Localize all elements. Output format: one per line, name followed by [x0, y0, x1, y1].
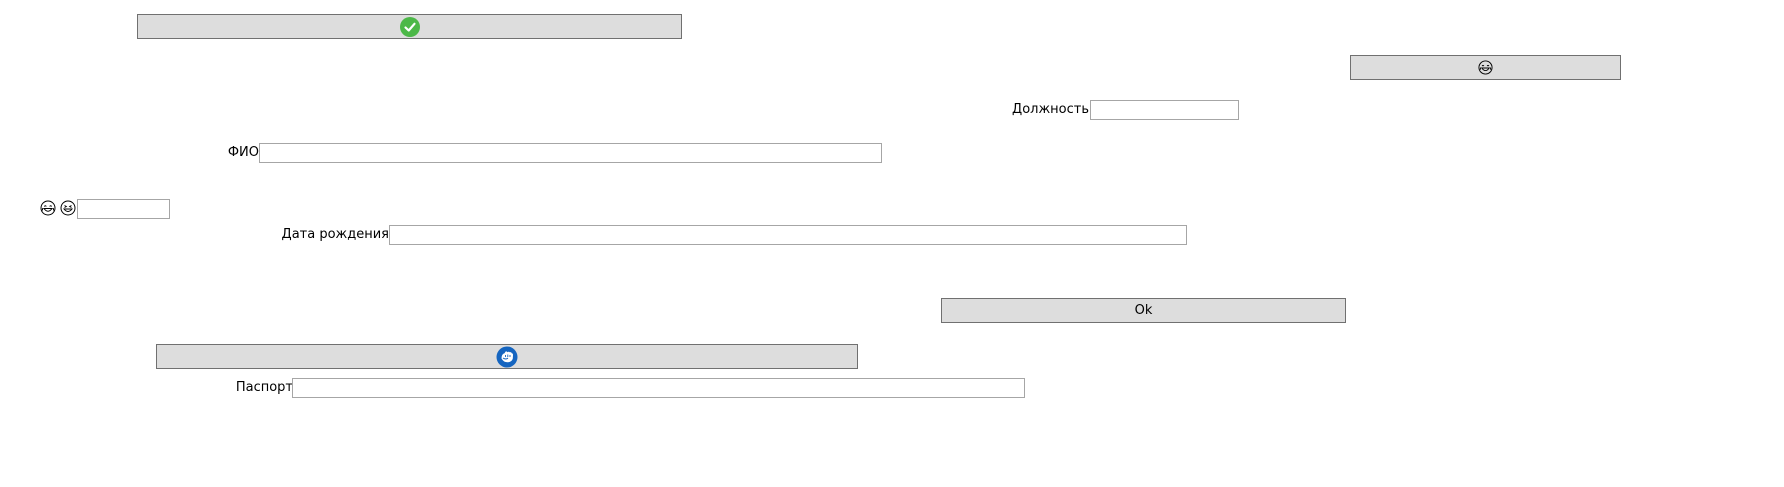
ok-button[interactable]: Ok [941, 298, 1346, 323]
fio-input[interactable] [259, 143, 882, 163]
grinning-emoji-icon [60, 200, 76, 216]
fist-button[interactable] [156, 344, 858, 369]
birth-date-label: Дата рождения [281, 227, 389, 242]
small-input[interactable] [77, 199, 170, 219]
fist-circle-icon [496, 346, 518, 368]
passport-label: Паспорт [235, 380, 293, 395]
ok-button-label: Ok [1134, 303, 1153, 318]
check-button[interactable] [137, 14, 682, 39]
check-circle-icon [399, 16, 420, 37]
laughing-emoji-icon [1478, 60, 1493, 75]
fio-label: ФИО [227, 145, 259, 160]
position-input[interactable] [1090, 100, 1239, 120]
emoji-button[interactable] [1350, 55, 1621, 80]
position-label: Должность [1012, 102, 1089, 117]
laughing-emoji-icon [40, 200, 56, 216]
passport-input[interactable] [292, 378, 1025, 398]
birth-date-input[interactable] [389, 225, 1187, 245]
